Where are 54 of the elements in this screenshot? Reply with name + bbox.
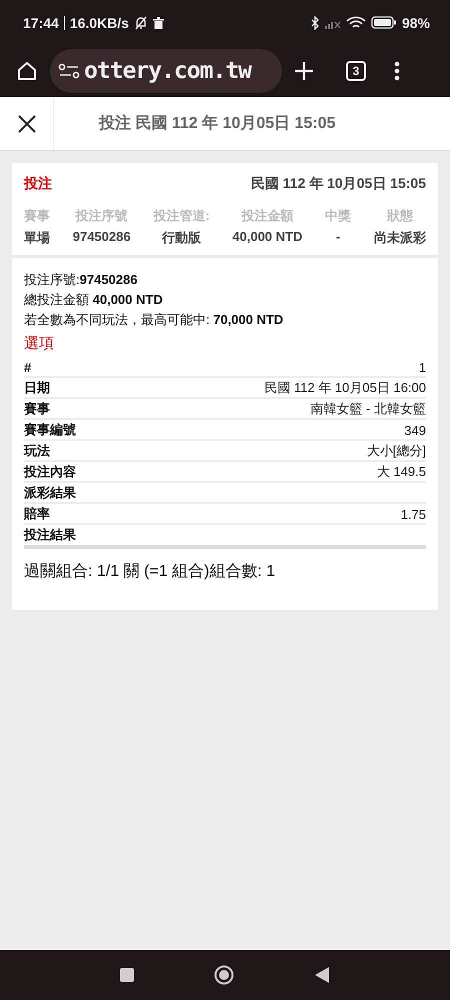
column-header: 狀態 (386, 207, 414, 225)
column-header: 投注序號 (74, 207, 129, 225)
tab-count[interactable]: 3 (346, 61, 366, 81)
column-header: 投注管道: (153, 207, 210, 225)
row-label: 賽事 (24, 400, 50, 418)
row-label: # (24, 360, 32, 374)
battery-icon (370, 16, 397, 29)
column-header: 中獎 (325, 207, 352, 225)
column-header: 賽事 (24, 207, 50, 225)
table-cell-text: 40,000 NTD (232, 229, 302, 246)
summary-line: 投注序號:97450286 (24, 271, 138, 289)
row-value: 349 (404, 422, 426, 438)
url-text: ottery.com.tw (84, 58, 252, 84)
row-value: 1.75 (400, 506, 426, 522)
bet-datetime: 民國 112 年 10月05日 15:05 (250, 175, 426, 193)
row-value: 南韓女籃 - 北韓女籃 (310, 400, 426, 418)
new-tab-icon[interactable] (294, 61, 314, 81)
row-label: 投注結果 (24, 526, 76, 544)
site-settings-icon[interactable] (58, 63, 80, 79)
row-value: 1 (418, 360, 426, 374)
row-label: 日期 (24, 379, 50, 397)
row-label: 派彩結果 (24, 484, 76, 502)
table-cell-text: 97450286 (72, 229, 131, 246)
column-header: 投注金額 (240, 207, 294, 225)
battery-level: 98% (402, 14, 430, 30)
network-speed: 16.0KB/s (70, 14, 129, 30)
bet-label: 投注 (24, 175, 52, 193)
row-value: 大 149.5 (376, 463, 426, 481)
muted-bell-icon (134, 16, 148, 30)
trash-icon (152, 16, 164, 28)
row-label: 賠率 (24, 505, 50, 523)
row-value: 民國 112 年 10月05日 16:00 (264, 379, 426, 397)
home-icon[interactable] (16, 60, 38, 82)
row-value: 大小[總分] (366, 442, 426, 460)
table-cell-text: 行動版 (160, 229, 202, 247)
home-icon[interactable] (214, 965, 234, 985)
summary-line: 若全數為不同玩法，最高可能中: 70,000 NTD (24, 311, 284, 329)
close-icon[interactable] (16, 114, 36, 134)
row-label: 投注內容 (24, 463, 76, 481)
row-label: 玩法 (24, 442, 50, 460)
table-cell: 單場 (24, 229, 50, 247)
address-bar[interactable]: ottery.com.tw (50, 49, 282, 93)
combination-summary: 過關組合: 1/1 關 (=1 組合)組合數: 1 (24, 562, 276, 582)
menu-icon[interactable] (394, 61, 400, 81)
table-cell: 尚未派彩 (374, 229, 426, 247)
section-title: 選項 (24, 334, 55, 353)
page-title: 投注 民國 112 年 10月05日 15:05 (99, 113, 336, 134)
back-icon[interactable] (314, 966, 330, 984)
bluetooth-icon (310, 16, 320, 30)
row-label: 賽事編號 (24, 421, 76, 439)
summary-line: 總投注金額 40,000 NTD (24, 291, 164, 309)
table-cell-text: - (335, 229, 342, 246)
clock: 17:44 (23, 14, 59, 30)
wifi-icon (346, 16, 366, 30)
